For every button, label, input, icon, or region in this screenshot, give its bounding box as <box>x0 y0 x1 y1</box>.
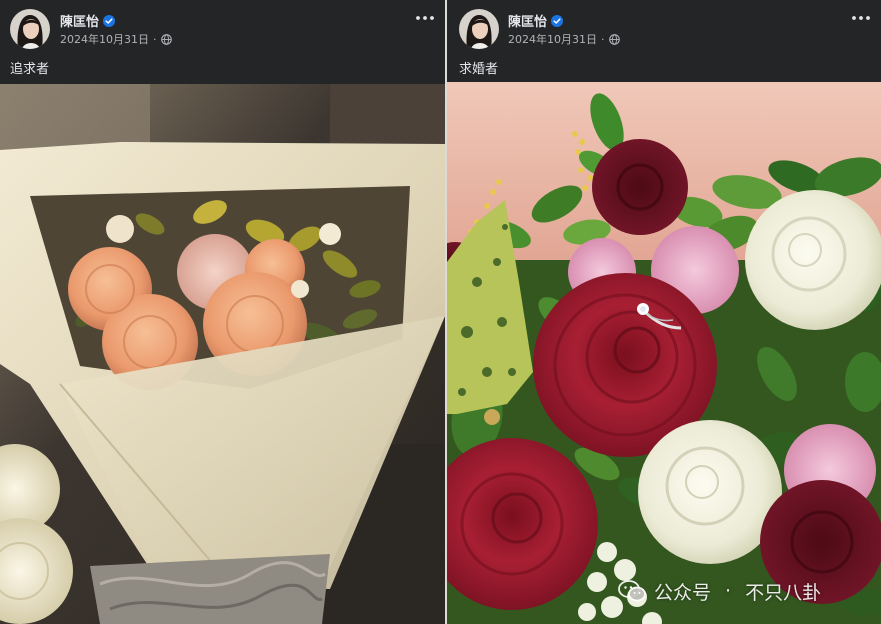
watermark-separator: · <box>725 580 732 602</box>
ribbon <box>90 554 330 624</box>
meta-separator: · <box>153 32 157 46</box>
meta-separator: · <box>601 32 605 46</box>
more-options-icon[interactable] <box>851 13 871 23</box>
avatar-image <box>459 9 499 49</box>
avatar[interactable] <box>459 9 499 49</box>
avatar[interactable] <box>10 9 50 49</box>
wechat-icon <box>618 580 646 602</box>
watermark-label: 公众号 <box>654 581 712 604</box>
verified-badge-icon <box>103 14 116 27</box>
globe-icon <box>608 33 620 45</box>
avatar-image <box>10 9 50 49</box>
more-options-icon[interactable] <box>415 13 435 23</box>
author-name[interactable]: 陳匡怡 <box>60 11 99 30</box>
post-date[interactable]: 2024年10月31日 <box>60 31 149 47</box>
proposal-flowers-photo[interactable] <box>447 82 881 624</box>
post-header: 陳匡怡 2024年10月31日 · 求婚者 <box>447 0 881 82</box>
post-card: 陳匡怡 2024年10月31日 · 追求者 <box>0 0 445 624</box>
post-caption: 求婚者 <box>459 62 499 77</box>
post-date[interactable]: 2024年10月31日 <box>508 31 597 47</box>
gold-berry <box>484 409 500 425</box>
post-header: 陳匡怡 2024年10月31日 · 追求者 <box>0 0 445 84</box>
bouquet-photo[interactable] <box>0 84 445 624</box>
post-meta: 2024年10月31日 · <box>60 31 172 47</box>
post-meta: 2024年10月31日 · <box>508 31 620 47</box>
watermark: 公众号 · 不只八卦 <box>618 576 821 606</box>
post-card: 陳匡怡 2024年10月31日 · 求婚者 <box>447 0 881 624</box>
verified-badge-icon <box>551 14 564 27</box>
watermark-account: 不只八卦 <box>745 581 822 604</box>
post-caption: 追求者 <box>10 62 50 77</box>
author-row: 陳匡怡 <box>60 11 116 30</box>
author-name[interactable]: 陳匡怡 <box>508 11 547 30</box>
author-row: 陳匡怡 <box>508 11 564 30</box>
globe-icon <box>160 33 172 45</box>
